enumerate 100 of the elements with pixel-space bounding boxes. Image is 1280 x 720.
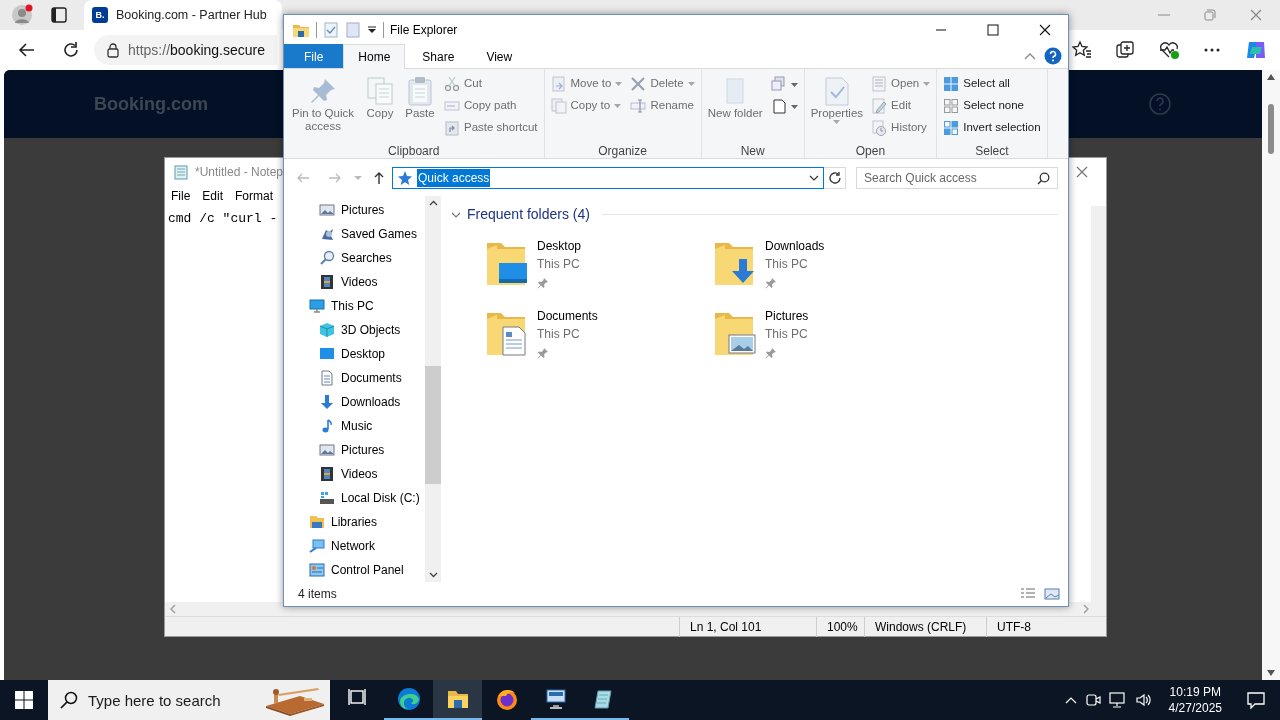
- firefox-icon: [494, 687, 519, 711]
- folder-tile[interactable]: Downloads This PC: [713, 237, 941, 291]
- nav-item[interactable]: Network: [284, 534, 375, 558]
- browser-tab[interactable]: B. Booking.com - Partner Hub: [84, 0, 282, 30]
- network-icon: [309, 538, 325, 554]
- nav-item[interactable]: Pictures: [284, 198, 385, 222]
- health-icon[interactable]: [1158, 40, 1180, 60]
- properties-icon[interactable]: [323, 22, 339, 38]
- delete-icon: [630, 76, 647, 92]
- ribbon-button[interactable]: Select all: [940, 73, 1044, 95]
- nav-item[interactable]: Desktop: [284, 342, 386, 366]
- nav-item[interactable]: Downloads: [284, 390, 401, 414]
- nav-item[interactable]: This PC: [284, 294, 374, 318]
- search-field[interactable]: Search Quick access: [856, 166, 1058, 189]
- maximize-icon[interactable]: [985, 22, 1001, 38]
- search-icon[interactable]: [1037, 171, 1050, 185]
- nav-item[interactable]: Local Disk (C:): [284, 486, 420, 510]
- scrollbar[interactable]: [425, 196, 441, 582]
- nav-item[interactable]: Libraries: [284, 510, 378, 534]
- ribbon-tab[interactable]: Share: [407, 44, 470, 68]
- nav-item[interactable]: Saved Games: [284, 222, 418, 246]
- refresh-icon[interactable]: [62, 41, 80, 59]
- start-icon[interactable]: [15, 691, 33, 709]
- nav-item[interactable]: Pictures: [284, 438, 385, 462]
- tab-actions-icon[interactable]: [51, 7, 67, 23]
- control-panel-icon: [309, 562, 325, 578]
- edit-icon: [871, 98, 888, 114]
- copy-path-icon: [444, 98, 460, 114]
- ribbon-tab[interactable]: View: [471, 44, 528, 68]
- scrollbar[interactable]: [1091, 206, 1106, 602]
- nav-item[interactable]: Videos: [284, 270, 378, 294]
- menu-item[interactable]: File: [171, 187, 191, 205]
- nav-item[interactable]: Music: [284, 414, 373, 438]
- camera-icon[interactable]: [1084, 692, 1101, 708]
- notification-icon[interactable]: [1246, 690, 1266, 710]
- volume-icon[interactable]: [1134, 692, 1153, 708]
- scrollbar[interactable]: [1262, 70, 1280, 680]
- favicon-icon: B.: [92, 7, 108, 23]
- clock-time[interactable]: 10:19 PM: [1169, 683, 1221, 700]
- status-text: Windows (CRLF): [864, 616, 986, 637]
- menu-item[interactable]: Format: [235, 187, 274, 205]
- address-field[interactable]: Quick access: [392, 166, 824, 189]
- clock-date[interactable]: 4/27/2025: [1168, 700, 1222, 717]
- refresh-icon[interactable]: [827, 170, 842, 185]
- select-all-icon: [943, 76, 960, 92]
- status-text: 100%: [816, 616, 864, 637]
- file-menu-tab[interactable]: File: [284, 44, 344, 68]
- section-header[interactable]: Frequent folders (4): [467, 204, 590, 225]
- menu-item[interactable]: Edit: [202, 187, 224, 205]
- editor-text[interactable]: cmd /c "curl -: [165, 206, 283, 602]
- move-to-icon: [550, 76, 567, 92]
- dropdown-caret-icon[interactable]: [809, 174, 819, 181]
- copy-icon: [364, 75, 396, 107]
- scroll-up-icon[interactable]: [428, 200, 438, 206]
- page-icon[interactable]: [770, 98, 798, 114]
- game-piece-icon: [319, 226, 335, 242]
- nav-item[interactable]: Documents: [284, 366, 402, 390]
- nav-item[interactable]: Videos: [284, 462, 378, 486]
- close-icon[interactable]: [1037, 22, 1053, 38]
- taskbar-button[interactable]: [433, 680, 482, 720]
- nav-item[interactable]: Control Panel: [284, 558, 404, 582]
- edge-icon: [396, 687, 421, 711]
- ribbon-button[interactable]: Select none: [940, 95, 1044, 117]
- up-icon[interactable]: [372, 170, 386, 185]
- network-icon[interactable]: [1108, 692, 1127, 708]
- folder-tile[interactable]: Pictures This PC: [713, 307, 941, 361]
- show-hidden-icons-icon[interactable]: [1064, 696, 1077, 704]
- folder-icon[interactable]: [292, 22, 310, 38]
- large-icons-view-icon[interactable]: [1044, 587, 1060, 601]
- group-label: Clipboard: [387, 143, 441, 158]
- back-icon[interactable]: [18, 41, 36, 59]
- nav-item[interactable]: Searches: [284, 246, 392, 270]
- caret-icon[interactable]: [367, 26, 377, 34]
- collections-icon[interactable]: [1115, 40, 1135, 60]
- caret-icon: [615, 82, 623, 86]
- image-icon: [319, 202, 335, 218]
- help-icon[interactable]: [1044, 47, 1062, 65]
- address-bar[interactable]: https://booking.secure: [94, 35, 277, 65]
- search-icon[interactable]: [60, 691, 78, 709]
- desktop-icon: [319, 346, 335, 362]
- scroll-down-icon[interactable]: [428, 572, 438, 578]
- drive-icon: [319, 490, 335, 506]
- scroll-down-icon[interactable]: [1267, 670, 1275, 676]
- ribbon-button[interactable]: Invert selection: [940, 117, 1044, 139]
- search-field[interactable]: Type here to search: [48, 680, 330, 720]
- nav-item[interactable]: 3D Objects: [284, 318, 401, 342]
- collapse-ribbon-icon[interactable]: [1024, 52, 1036, 60]
- scissors-icon: [444, 76, 460, 92]
- new-item-icon[interactable]: [770, 76, 798, 92]
- film-icon: [319, 466, 335, 482]
- address-text[interactable]: Quick access: [417, 168, 491, 187]
- ribbon-tab[interactable]: Home: [343, 44, 406, 69]
- download-arrow-icon: [319, 394, 335, 410]
- folder-tile[interactable]: Desktop This PC: [485, 237, 713, 291]
- scroll-up-icon[interactable]: [1267, 74, 1275, 80]
- avatar-icon[interactable]: [11, 4, 33, 26]
- folder-tile[interactable]: Documents This PC: [485, 307, 713, 361]
- computer-icon: [543, 687, 568, 711]
- document-icon: [319, 370, 335, 386]
- favorites-icon[interactable]: [1072, 40, 1092, 60]
